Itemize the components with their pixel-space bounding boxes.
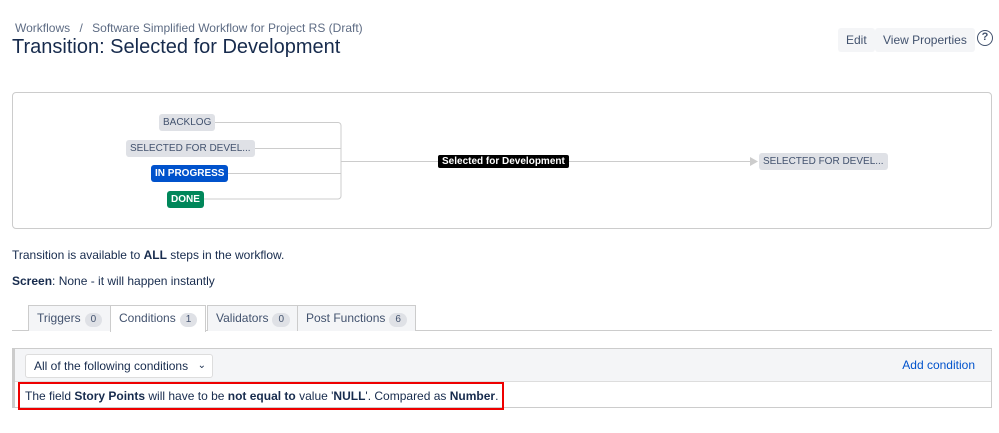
chevron-down-icon: ⌄ [197,360,206,371]
count-badge: 0 [272,313,291,327]
status-target: SELECTED FOR DEVEL... [759,153,888,170]
screen-text: Screen: None - it will happen instantly [12,274,215,288]
diagram-lines [202,122,758,200]
count-badge: 1 [179,313,198,327]
tab-validators[interactable]: Validators 0 [207,305,300,331]
count-badge: 0 [84,313,103,327]
status-backlog: BACKLOG [159,114,216,131]
connector-line [202,122,342,200]
tab-post-functions[interactable]: Post Functions 6 [297,305,416,331]
tab-triggers[interactable]: Triggers 0 [28,305,112,331]
condition-group-select[interactable]: All of the following conditions ⌄ [25,354,213,378]
tab-conditions[interactable]: Conditions 1 [110,305,207,332]
arrow-head-icon [750,157,758,166]
transition-label: Selected for Development [438,155,569,168]
condition-row: The field Story Points will have to be n… [18,382,504,410]
status-in-progress: IN PROGRESS [151,165,229,182]
add-condition-link[interactable]: Add condition [902,358,975,372]
status-selected: SELECTED FOR DEVEL... [126,140,255,157]
status-done: DONE [167,191,204,208]
count-badge: 6 [389,313,407,327]
availability-text: Transition is available to ALL steps in … [12,248,285,262]
